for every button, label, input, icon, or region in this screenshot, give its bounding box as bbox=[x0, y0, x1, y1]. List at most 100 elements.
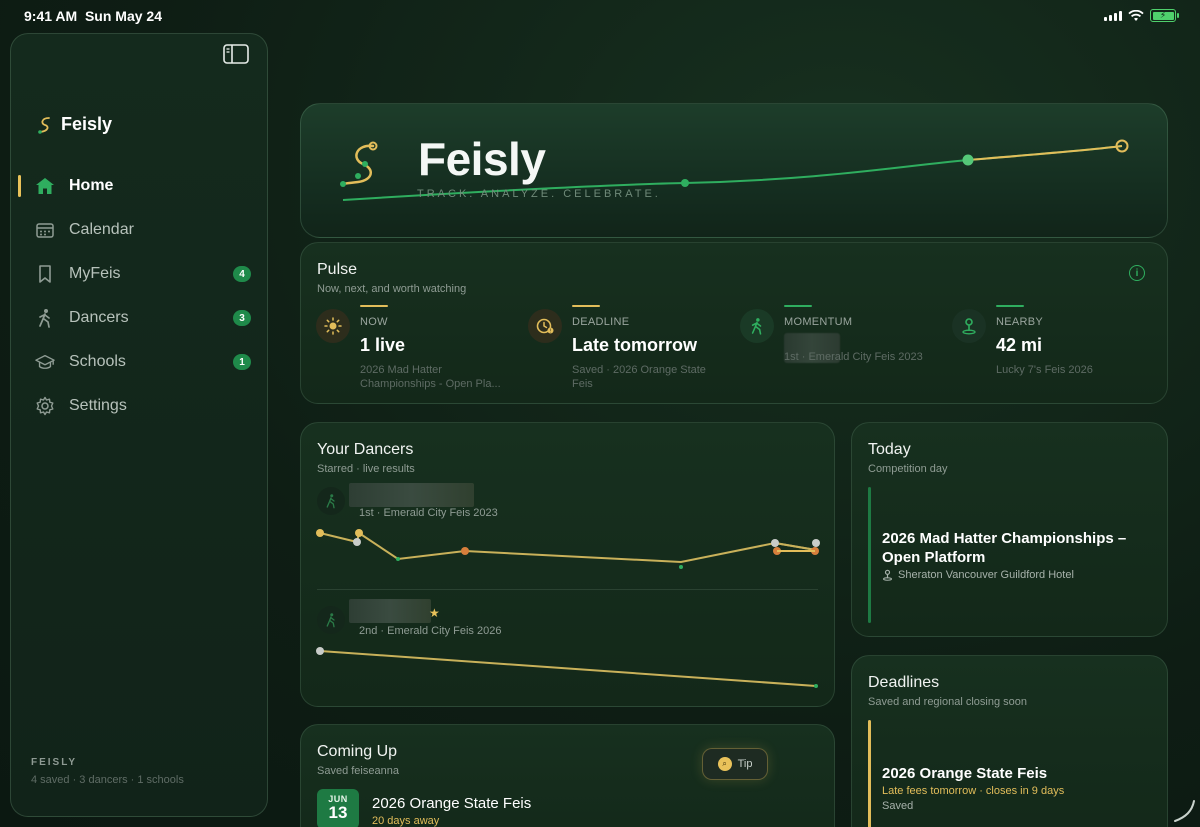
metric-deadline[interactable]: ! DEADLINE Late tomorrow Saved · 2026 Or… bbox=[528, 305, 728, 395]
upcoming-countdown: 20 days away bbox=[372, 815, 440, 827]
hero-logo-icon bbox=[340, 141, 378, 187]
metric-value: 1 live bbox=[360, 335, 406, 355]
metric-value: Late tomorrow bbox=[572, 335, 698, 355]
result-point bbox=[396, 557, 400, 561]
deadline-event-name: 2026 Orange State Feis bbox=[882, 765, 1048, 782]
redacted-dancer-name bbox=[349, 599, 431, 623]
dancer-sparklines bbox=[316, 529, 820, 688]
sidebar-item-label: Dancers bbox=[69, 309, 129, 326]
card-subtitle: Competition day bbox=[868, 463, 948, 475]
wifi-icon bbox=[1128, 9, 1144, 21]
dancer-result: 2nd · Emerald City Feis 2026 bbox=[359, 625, 502, 637]
today-card[interactable]: Today Competition day 2026 Mad Hatter Ch… bbox=[851, 422, 1168, 637]
card-subtitle: Saved and regional closing soon bbox=[868, 696, 1028, 708]
sidebar-item-label: Schools bbox=[69, 353, 126, 370]
result-point bbox=[461, 547, 469, 555]
svg-text:!: ! bbox=[549, 328, 551, 334]
sidebar-item-settings[interactable]: Settings bbox=[11, 384, 267, 428]
upcoming-event-name[interactable]: 2026 Orange State Feis bbox=[372, 795, 531, 812]
dancer-result: 1st · Emerald City Feis 2023 bbox=[359, 507, 498, 519]
sidebar-footer: FEISLY 4 saved · 3 dancers · 1 schools bbox=[31, 757, 184, 786]
result-point bbox=[679, 565, 683, 569]
card-subtitle: Saved feiseanna bbox=[317, 765, 399, 777]
gear-icon bbox=[35, 396, 55, 416]
tip-label: Tip bbox=[737, 758, 753, 770]
card-title: Coming Up bbox=[317, 743, 398, 760]
hero-tagline: TRACK. ANALYZE. CELEBRATE. bbox=[417, 188, 661, 200]
sidebar-item-label: Home bbox=[69, 177, 114, 194]
deadline-accent-stripe bbox=[868, 720, 871, 827]
metric-label: NEARBY bbox=[996, 316, 1044, 328]
metric-note: Lucky 7's Feis 2026 bbox=[996, 364, 1093, 376]
clock-alert-icon: ! bbox=[528, 309, 562, 343]
metric-accent-bar bbox=[360, 305, 388, 307]
sidebar-item-myfeis[interactable]: MyFeis 4 bbox=[11, 252, 267, 296]
sidebar-item-dancers[interactable]: Dancers 3 bbox=[11, 296, 267, 340]
brand: Feisly bbox=[37, 114, 112, 135]
footer-title: FEISLY bbox=[31, 757, 78, 768]
brand-name: Feisly bbox=[61, 114, 113, 134]
card-title: Deadlines bbox=[868, 674, 940, 691]
metric-accent-bar bbox=[996, 305, 1024, 307]
sidebar-item-home[interactable]: Home bbox=[11, 164, 267, 208]
sidebar-item-calendar[interactable]: Calendar bbox=[11, 208, 267, 252]
sidebar-item-label: Calendar bbox=[69, 221, 134, 238]
footer-summary: 4 saved · 3 dancers · 1 schools bbox=[31, 774, 184, 786]
result-point bbox=[316, 529, 324, 537]
result-point bbox=[355, 529, 363, 537]
count-badge: 4 bbox=[233, 266, 251, 282]
tip-button[interactable]: ⌕ Tip bbox=[702, 748, 768, 780]
result-point bbox=[814, 684, 818, 688]
card-title: Pulse bbox=[317, 261, 358, 278]
metric-accent-bar bbox=[572, 305, 600, 307]
your-dancers-card: Your Dancers Starred · live results 1st … bbox=[300, 422, 835, 707]
metric-momentum[interactable]: MOMENTUM 1st · Emerald City Feis 2023 bbox=[740, 305, 940, 395]
date-badge: JUN 13 bbox=[317, 789, 359, 827]
redacted-dancer-name bbox=[349, 483, 474, 507]
result-point bbox=[316, 647, 324, 655]
calendar-icon bbox=[35, 220, 55, 240]
sidebar-item-schools[interactable]: Schools 1 bbox=[11, 340, 267, 384]
metric-note: Saved · 2026 Orange State Feis bbox=[572, 364, 706, 390]
feisly-logo-icon bbox=[38, 116, 50, 134]
count-badge: 1 bbox=[233, 354, 251, 370]
today-venue: Sheraton Vancouver Guildford Hotel bbox=[882, 569, 1074, 581]
metric-accent-bar bbox=[784, 305, 812, 307]
sidebar: Feisly Home Calendar MyFeis 4 Dancers 3 … bbox=[10, 33, 268, 817]
count-badge: 3 bbox=[233, 310, 251, 326]
hero-banner: Feisly TRACK. ANALYZE. CELEBRATE. bbox=[300, 103, 1168, 238]
dancer-icon bbox=[317, 606, 345, 634]
status-bar: 9:41 AM Sun May 24 ⚡ bbox=[0, 0, 1200, 32]
info-icon[interactable]: i bbox=[1129, 265, 1145, 281]
today-accent-stripe bbox=[868, 487, 871, 623]
home-icon bbox=[35, 176, 55, 196]
bookmark-icon bbox=[35, 264, 55, 284]
sidebar-item-label: MyFeis bbox=[69, 265, 121, 282]
hero-point bbox=[962, 154, 974, 166]
star-icon[interactable]: ★ bbox=[429, 606, 440, 620]
dancer-icon bbox=[317, 487, 345, 515]
hero-title: Feisly bbox=[418, 133, 546, 185]
hero-point bbox=[681, 179, 689, 187]
battery-icon: ⚡ bbox=[1150, 9, 1179, 22]
deadlines-card[interactable]: Deadlines Saved and regional closing soo… bbox=[851, 655, 1168, 827]
sidebar-toggle-icon[interactable] bbox=[223, 44, 249, 64]
divider bbox=[317, 589, 818, 590]
date-day: 13 bbox=[328, 803, 348, 822]
sidebar-item-label: Settings bbox=[69, 397, 127, 414]
coming-up-card: Coming Up Saved feiseanna ⌕ Tip JUN 13 2… bbox=[300, 724, 835, 827]
metric-note: 2026 Mad Hatter Championships - Open Pla… bbox=[360, 364, 501, 390]
deadline-note: Late fees tomorrow · closes in 9 days bbox=[882, 785, 1065, 797]
metric-value: 42 mi bbox=[996, 335, 1043, 355]
metric-note: 1st · Emerald City Feis 2023 bbox=[784, 351, 923, 363]
metric-nearby[interactable]: NEARBY 42 mi Lucky 7's Feis 2026 bbox=[952, 305, 1152, 395]
deadline-status: Saved bbox=[882, 800, 914, 812]
venue-name: Sheraton Vancouver Guildford Hotel bbox=[898, 569, 1074, 581]
metric-label: DEADLINE bbox=[572, 316, 630, 328]
pin-icon bbox=[952, 309, 986, 343]
sun-icon bbox=[316, 309, 350, 343]
metric-now[interactable]: NOW 1 live 2026 Mad Hatter Championships… bbox=[316, 305, 516, 395]
card-title: Today bbox=[868, 441, 911, 458]
graduation-cap-icon bbox=[35, 352, 55, 372]
card-subtitle: Now, next, and worth watching bbox=[317, 283, 467, 295]
